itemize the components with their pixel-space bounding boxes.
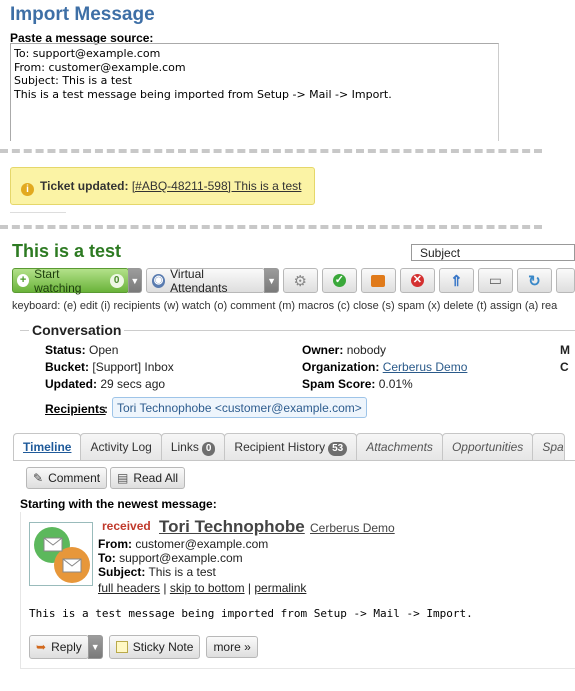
- note-icon: [115, 641, 128, 653]
- ticket-tabs: Timeline Activity Log Links 0 Recipient H…: [13, 433, 565, 460]
- refresh-button[interactable]: ↻: [516, 268, 552, 293]
- arrow-up-icon: ⇑: [450, 272, 463, 290]
- source-line: To: support@example.com: [14, 47, 161, 60]
- chevron-down-icon[interactable]: ▼: [264, 268, 279, 293]
- truncated-property: C: [560, 360, 569, 374]
- tab-opportunities[interactable]: Opportunities: [441, 433, 534, 460]
- tab-spam[interactable]: Spa: [532, 433, 565, 460]
- more-toolbar-button[interactable]: [555, 268, 575, 293]
- check-icon: ✓: [332, 274, 346, 287]
- tab-activity-log[interactable]: Activity Log: [80, 433, 162, 460]
- organization-link[interactable]: Cerberus Demo: [383, 360, 468, 374]
- spam-icon: [371, 274, 386, 287]
- reply-button[interactable]: ➥ Reply: [29, 635, 89, 659]
- start-watching-button[interactable]: + Start watching 0: [12, 266, 129, 295]
- refresh-icon: ↻: [528, 272, 541, 290]
- bucket-property: Bucket: [Support] Inbox: [45, 360, 174, 374]
- delete-button[interactable]: ✕: [399, 268, 435, 293]
- ticket-link[interactable]: [#ABQ-48211-598] This is a test: [132, 179, 302, 193]
- x-icon: ✕: [410, 274, 424, 287]
- watch-label: Start watching: [34, 266, 82, 295]
- timeline-order-note: Starting with the newest message:: [20, 497, 217, 511]
- mail-exchange-icon: [34, 527, 90, 583]
- message-links: full headers | skip to bottom | permalin…: [98, 581, 307, 595]
- close-ticket-button[interactable]: ✓: [321, 268, 357, 293]
- skip-to-bottom-link[interactable]: skip to bottom: [170, 581, 245, 595]
- info-icon: i: [21, 183, 34, 196]
- notice-label: Ticket updated:: [40, 179, 129, 193]
- recipient-chip[interactable]: Tori Technophobe <customer@example.com>: [112, 397, 367, 418]
- sender-name-link[interactable]: Tori Technophobe: [159, 517, 305, 537]
- source-line: This is a test message being imported fr…: [14, 87, 392, 101]
- sticky-note-button[interactable]: Sticky Note: [108, 635, 201, 659]
- spam-score-property: Spam Score: 0.01%: [302, 377, 413, 391]
- owner-property: Owner: nobody: [302, 343, 387, 357]
- truncated-property: M: [560, 343, 570, 357]
- conversation-heading: Conversation: [29, 322, 125, 338]
- keyboard-shortcuts-hint: keyboard: (e) edit (i) recipients (w) wa…: [12, 300, 558, 312]
- subject-select[interactable]: Subject: [411, 244, 575, 261]
- document-icon: ▤: [117, 471, 129, 485]
- gear-icon: ⚙: [293, 272, 307, 290]
- tab-recipient-history[interactable]: Recipient History 53: [224, 433, 358, 460]
- message-actions: ➥ Reply ▼ Sticky Note more »: [29, 635, 258, 659]
- source-line: From: customer@example.com: [14, 60, 186, 74]
- tab-timeline[interactable]: Timeline: [13, 433, 82, 460]
- bucket-value: [Support] Inbox: [92, 360, 174, 374]
- more-button[interactable]: more »: [206, 636, 258, 658]
- updated-value: 29 secs ago: [100, 377, 166, 391]
- printer-icon: ▭: [488, 272, 503, 288]
- page-title: Import Message: [10, 4, 155, 25]
- ticket-title: This is a test: [12, 241, 122, 261]
- chevron-down-icon[interactable]: ▼: [87, 635, 103, 659]
- read-all-button[interactable]: ▤ Read All: [110, 467, 186, 489]
- message-status: received: [102, 519, 151, 533]
- ticket-toolbar: + Start watching 0 ▼ ◉ Virtual Attendant…: [12, 266, 575, 295]
- reply-icon: ➥: [36, 640, 47, 654]
- organization-property: Organization: Cerberus Demo: [302, 360, 468, 374]
- message-from: From: customer@example.com: [98, 537, 269, 551]
- avatar: [29, 522, 93, 586]
- gear-button[interactable]: ⚙: [282, 268, 318, 293]
- virtual-attendants-label: Virtual Attendants: [170, 266, 228, 295]
- full-headers-link[interactable]: full headers: [98, 581, 160, 595]
- plus-icon: +: [17, 274, 30, 287]
- tab-links[interactable]: Links 0: [160, 433, 226, 460]
- sender-org-link[interactable]: Cerberus Demo: [310, 521, 395, 535]
- comment-button[interactable]: ✎ Comment: [26, 467, 108, 489]
- assign-button[interactable]: ⇑: [438, 268, 474, 293]
- spam-score-value: 0.01%: [378, 377, 413, 391]
- message-to: To: support@example.com: [98, 551, 243, 565]
- recipients-colon: :: [104, 402, 108, 416]
- status-value: Open: [89, 343, 119, 357]
- chevron-down-icon[interactable]: ▼: [127, 268, 142, 293]
- message-body: This is a test message being imported fr…: [29, 607, 473, 620]
- updated-property: Updated: 29 secs ago: [45, 377, 166, 391]
- recipients-label[interactable]: Recipients: [45, 402, 106, 416]
- message-source-textarea[interactable]: To: support@example.com From: customer@e…: [10, 43, 499, 141]
- virtual-attendants-button[interactable]: ◉ Virtual Attendants: [145, 266, 266, 295]
- comment-icon: ✎: [33, 471, 44, 485]
- source-line: Subject: This is a test: [14, 74, 132, 87]
- divider: [0, 225, 542, 229]
- links-count-badge: 0: [201, 442, 216, 456]
- divider: [0, 149, 542, 153]
- message-subject: Subject: This is a test: [98, 565, 216, 579]
- tab-attachments[interactable]: Attachments: [356, 433, 443, 460]
- history-count-badge: 53: [328, 442, 348, 456]
- owner-value: nobody: [346, 343, 387, 357]
- divider: [13, 460, 575, 461]
- permalink-link[interactable]: permalink: [254, 581, 306, 595]
- status-property: Status: Open: [45, 343, 119, 357]
- spam-button[interactable]: [360, 268, 396, 293]
- divider: [10, 212, 66, 213]
- watch-count: 0: [109, 273, 124, 288]
- robot-icon: ◉: [151, 273, 166, 288]
- print-button[interactable]: ▭: [477, 268, 513, 293]
- ticket-updated-notice: i Ticket updated: [#ABQ-48211-598] This i…: [10, 167, 315, 205]
